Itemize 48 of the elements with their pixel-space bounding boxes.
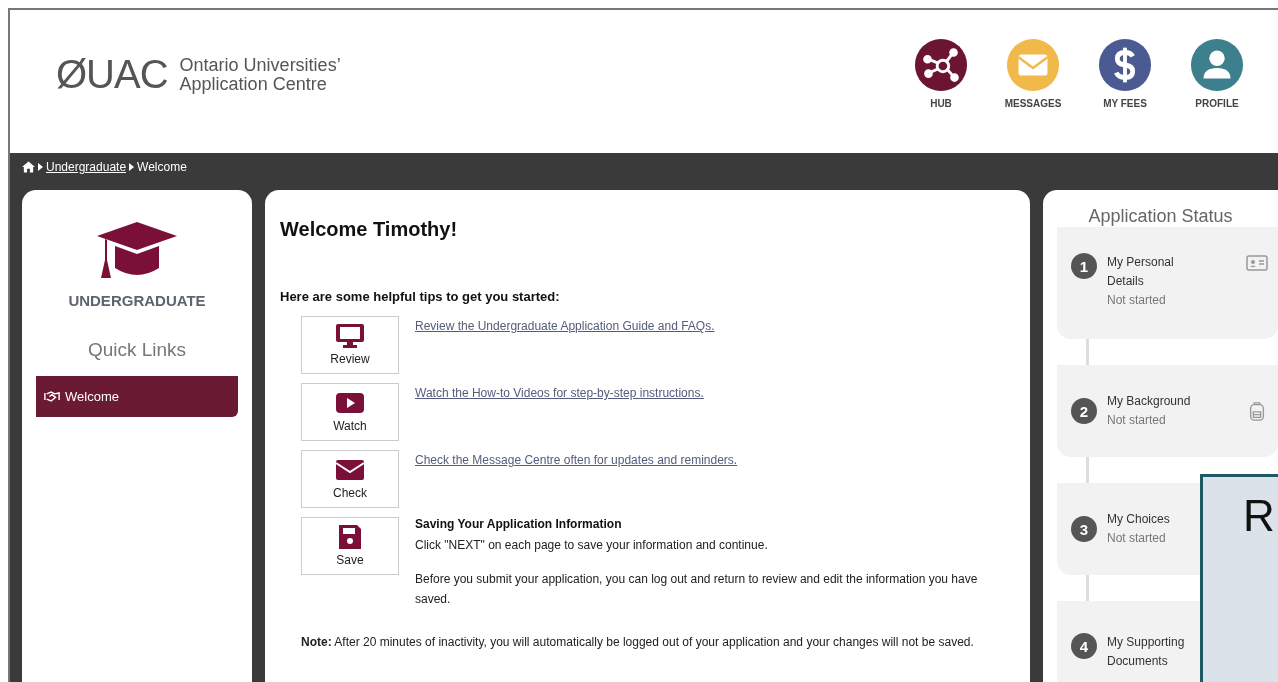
note-text: Note: After 20 minutes of inactivity, you will automatically be logged out of your application and your changes will not be saved. [301,634,975,651]
nav-link[interactable]: HUB [900,38,982,109]
step-title: My Choices [1107,511,1171,528]
monitor-icon [334,324,366,348]
caret-icon [129,163,135,171]
tip-button[interactable]: Save [301,517,399,575]
step-number: 4 [1071,633,1097,659]
tip-button[interactable]: Check [301,450,399,508]
page-title: Welcome Timothy! [280,218,459,241]
step-number: 1 [1071,253,1097,279]
tip-link[interactable]: Watch the How-to Videos for step-by-step instructions. [415,386,704,400]
nav-link[interactable]: PROFILE [1176,38,1258,109]
nav-link[interactable]: MESSAGES [992,38,1074,109]
callout-text: R [1243,491,1275,541]
sidebar-item[interactable]: Welcome [36,376,238,417]
handshake-icon [44,391,60,402]
home-icon[interactable] [22,161,35,173]
step-title: My Supporting Documents [1107,634,1186,670]
tip-text: Click "NEXT" on each page to save your information and continue. [415,537,769,554]
step-status: Not started [1107,412,1167,429]
logo-wordmark[interactable]: ØUAC [56,52,168,97]
nav-link[interactable]: MY FEES [1084,38,1166,109]
step-number: 2 [1071,398,1097,424]
status-title: Application Status [1087,206,1234,227]
tip-text: Before you submit your application, you can log out and return to review and edit the information you have saved. [415,571,979,608]
tips-heading: Here are some helpful tips to get you started: [280,289,561,304]
envelope-icon [334,458,366,482]
breadcrumb-link[interactable]: Undergraduate [46,160,127,174]
tip-heading: Saving Your Application Information [415,517,623,531]
play-icon [334,391,366,415]
step-number: 3 [1071,516,1097,542]
caret-icon [38,163,43,171]
tip-button[interactable]: Watch [301,383,399,441]
tip-link[interactable]: Review the Undergraduate Application Guide and FAQs. [415,319,715,333]
step-status: Not started [1107,292,1167,309]
step-title: My Background [1107,393,1192,410]
status-step[interactable]: 1 My Personal Details Not started [1057,227,1278,339]
id-card-icon [1246,253,1268,273]
graduation-cap-icon [95,220,179,280]
logo-tagline: Ontario Universities’ Application Centre [179,55,341,94]
tip-button[interactable]: Review [301,316,399,374]
section-title: UNDERGRADUATE [68,292,206,309]
breadcrumb-current: Welcome [137,160,187,174]
step-status: Not started [1107,530,1167,547]
step-title: My Personal Details [1107,254,1175,290]
quick-links-heading: Quick Links [87,339,187,361]
status-step[interactable]: 2 My Background Not started [1057,365,1278,457]
tip-link[interactable]: Check the Message Centre often for updates and reminders. [415,453,738,467]
